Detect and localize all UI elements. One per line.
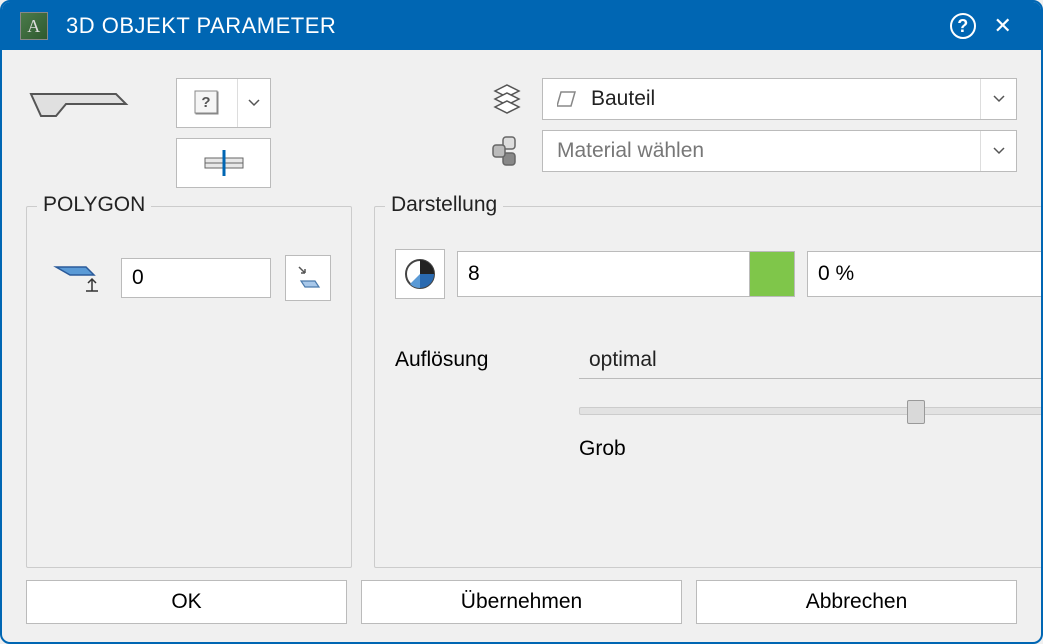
layer-item-icon	[557, 88, 579, 110]
polygon-height-icon	[47, 261, 107, 295]
apply-button[interactable]: Übernehmen	[361, 580, 682, 624]
layer-row: Bauteil	[486, 78, 1017, 120]
category-dropdown[interactable]: ?	[176, 78, 271, 128]
top-right: Bauteil	[486, 78, 1017, 188]
slider-labels: Grob Fein	[579, 437, 1043, 461]
profile-mode-button[interactable]	[176, 138, 271, 188]
polygon-height-input[interactable]	[121, 258, 271, 298]
ok-button[interactable]: OK	[26, 580, 347, 624]
color-picker-button[interactable]	[395, 249, 445, 299]
material-icon	[486, 133, 528, 169]
question-book-icon: ?	[177, 79, 238, 127]
material-row: Material wählen	[486, 130, 1017, 172]
help-icon: ?	[950, 13, 976, 39]
dialog-window: A 3D OBJEKT PARAMETER ? ✕	[0, 0, 1043, 644]
top-left: ?	[26, 78, 466, 188]
material-dropdown[interactable]: Material wählen	[542, 130, 1017, 172]
chevron-down-icon	[980, 79, 1016, 119]
darstellung-group: Darstellung	[374, 206, 1043, 568]
material-placeholder-label: Material wählen	[557, 139, 704, 163]
darstellung-group-title: Darstellung	[385, 193, 503, 217]
close-icon: ✕	[994, 13, 1013, 39]
resolution-slider[interactable]	[579, 407, 1043, 415]
svg-text:?: ?	[201, 94, 210, 111]
cancel-button[interactable]: Abbrechen	[696, 580, 1017, 624]
slider-min-label: Grob	[579, 437, 626, 461]
appearance-row	[395, 249, 1043, 299]
resolution-dropdown[interactable]: optimal	[579, 341, 1043, 379]
slider-thumb[interactable]	[907, 400, 925, 424]
polygon-preview-icon	[26, 86, 136, 126]
chevron-down-icon	[980, 131, 1016, 171]
profile-section-icon	[199, 148, 249, 178]
content-area: ?	[2, 50, 1041, 580]
middle-row: POLYGON	[26, 206, 1017, 568]
pen-value-input[interactable]	[457, 251, 749, 297]
opacity-value-field	[807, 251, 1043, 297]
object-shape-preview	[26, 78, 156, 188]
layers-icon	[486, 81, 528, 117]
top-row: ?	[26, 78, 1017, 188]
close-button[interactable]: ✕	[983, 6, 1023, 46]
pen-value-field	[457, 251, 795, 297]
resolution-selected-label: optimal	[589, 348, 657, 372]
pick-polygon-icon	[293, 263, 323, 293]
polygon-group: POLYGON	[26, 206, 352, 568]
pick-polygon-button[interactable]	[285, 255, 331, 301]
polygon-height-row	[47, 255, 331, 301]
opacity-value-input[interactable]	[807, 251, 1043, 297]
top-controls: ?	[176, 78, 271, 188]
titlebar: A 3D OBJEKT PARAMETER ? ✕	[2, 2, 1041, 50]
help-button[interactable]: ?	[943, 6, 983, 46]
color-wheel-icon	[403, 257, 437, 291]
layer-selected-label: Bauteil	[591, 87, 655, 111]
polygon-group-title: POLYGON	[37, 193, 151, 217]
chevron-down-icon	[238, 79, 270, 127]
resolution-label: Auflösung	[395, 348, 565, 372]
window-title: 3D OBJEKT PARAMETER	[66, 13, 336, 39]
app-icon: A	[20, 12, 48, 40]
pen-color-swatch[interactable]	[749, 251, 795, 297]
resolution-slider-wrap: Grob Fein	[579, 407, 1043, 461]
resolution-row: Auflösung optimal	[395, 341, 1043, 379]
footer: OK Übernehmen Abbrechen	[2, 580, 1041, 642]
layer-dropdown[interactable]: Bauteil	[542, 78, 1017, 120]
